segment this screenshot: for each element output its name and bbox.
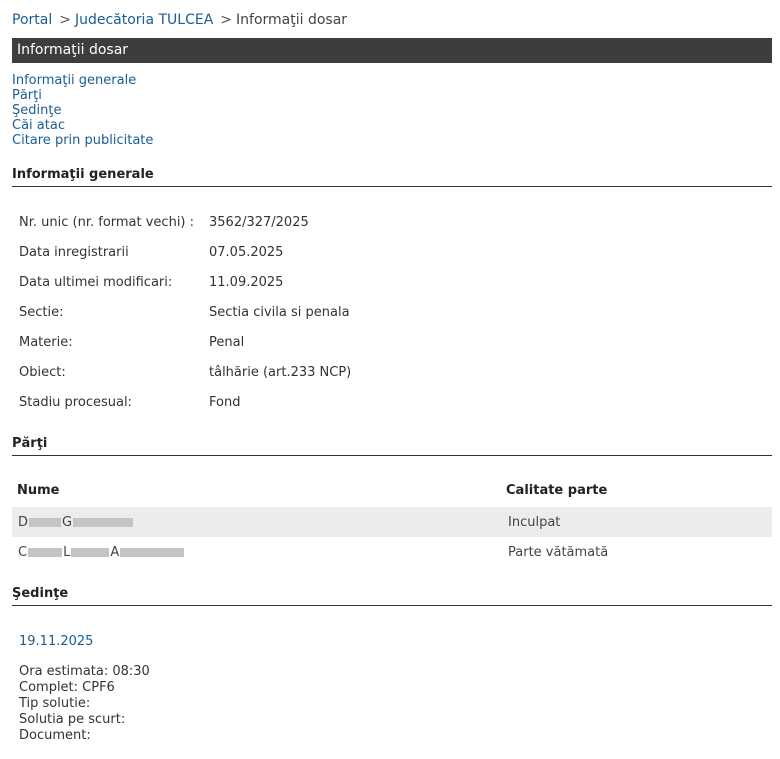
breadcrumb-separator: > (220, 12, 233, 28)
info-value: Sectia civila si penala (209, 305, 350, 320)
breadcrumb-portal-link[interactable]: Portal (12, 12, 52, 28)
info-label: Obiect: (19, 365, 66, 380)
toc-link-appeals[interactable]: Căi atac (12, 118, 153, 133)
info-value: tâlhărie (art.233 NCP) (209, 365, 352, 380)
parties-col-name: Nume (17, 483, 60, 498)
session-panel: Complet: CPF6 (19, 680, 115, 695)
session-solution-type: Tip solutie: (19, 696, 91, 711)
session-date-link[interactable]: 19.11.2025 (19, 634, 93, 649)
session-solution-summary: Solutia pe scurt: (19, 712, 126, 727)
general-info-heading: Informaţii generale (12, 167, 772, 187)
redaction-bar (28, 548, 63, 557)
info-label: Data ultimei modificari: (19, 275, 173, 290)
party-role: Inculpat (508, 515, 561, 530)
toc-link-general-info[interactable]: Informaţii generale (12, 73, 153, 88)
info-label: Materie: (19, 335, 73, 350)
page-title: Informaţii dosar (12, 38, 772, 63)
section-navigation: Informaţii generale Părţi Şedinţe Căi at… (12, 73, 153, 148)
redaction-bar (29, 518, 62, 527)
session-document: Document: (19, 728, 91, 743)
redaction-bar (120, 548, 185, 557)
toc-link-parties[interactable]: Părţi (12, 88, 153, 103)
session-estimated-time: Ora estimata: 08:30 (19, 664, 150, 679)
name-initial: D (18, 515, 29, 530)
info-value: 07.05.2025 (209, 245, 284, 260)
info-label: Stadiu procesual: (19, 395, 132, 410)
breadcrumb: Portal > Judecătoria TULCEA > Informaţii dos… (12, 12, 347, 28)
party-name-redacted: DG (18, 515, 134, 530)
sessions-heading: Şedinţe (12, 586, 772, 606)
toc-link-sessions[interactable]: Şedinţe (12, 103, 153, 118)
party-name-redacted: CLA (18, 545, 185, 560)
info-label: Nr. unic (nr. format vechi) : (19, 215, 195, 230)
info-value: 3562/327/2025 (209, 215, 309, 230)
name-initial: L (63, 545, 71, 560)
parties-col-role: Calitate parte (506, 483, 608, 498)
redaction-bar (71, 548, 110, 557)
parties-heading: Părţi (12, 436, 772, 456)
breadcrumb-current: Informaţii dosar (236, 12, 348, 28)
toc-link-public-summons[interactable]: Citare prin publicitate (12, 133, 153, 148)
info-label: Sectie: (19, 305, 64, 320)
info-value: 11.09.2025 (209, 275, 284, 290)
table-row: C L A Parte vătămată (12, 537, 772, 567)
redaction-bar (73, 518, 134, 527)
info-value: Penal (209, 335, 245, 350)
breadcrumb-court-link[interactable]: Judecătoria TULCEA (75, 12, 213, 28)
info-value: Fond (209, 395, 241, 410)
info-label: Data inregistrarii (19, 245, 129, 260)
name-initial: A (110, 545, 120, 560)
name-initial: G (62, 515, 73, 530)
party-role: Parte vătămată (508, 545, 609, 560)
breadcrumb-separator: > (59, 12, 71, 28)
table-row: DG Inculpat (12, 507, 772, 537)
name-initial: C (18, 545, 28, 560)
